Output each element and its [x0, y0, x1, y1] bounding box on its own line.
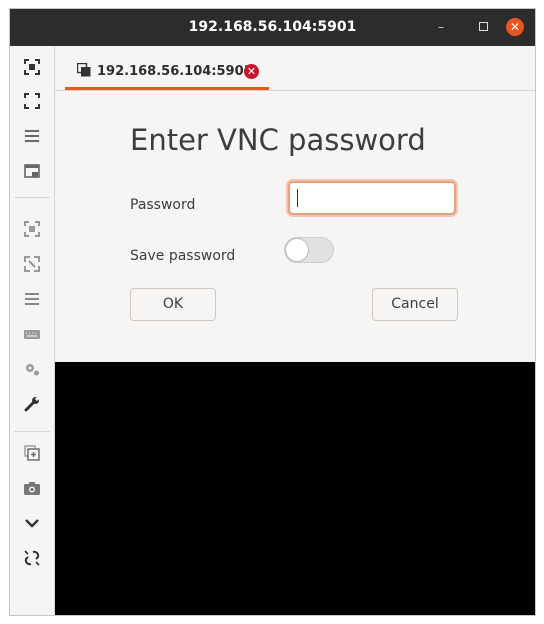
scaled-window-icon[interactable] [21, 160, 43, 182]
remote-desktop-icon [77, 63, 91, 77]
fullscreen-icon[interactable] [21, 90, 43, 112]
switch-knob [285, 238, 309, 262]
title-bar[interactable]: 192.168.56.104:5901 – ✕ [10, 9, 535, 46]
save-password-switch[interactable] [284, 237, 334, 263]
maximize-icon [478, 22, 488, 31]
password-dialog: Enter VNC password Password Save passwor… [55, 91, 535, 362]
side-toolbar [10, 46, 55, 615]
menu-icon[interactable] [21, 125, 43, 147]
password-input[interactable] [288, 181, 456, 215]
remote-desktop-view[interactable] [55, 362, 535, 615]
active-tab-indicator [65, 87, 269, 90]
fit-window-icon[interactable] [21, 56, 43, 78]
dialog-heading: Enter VNC password [130, 123, 426, 157]
chevron-down-icon[interactable] [21, 512, 43, 534]
keyboard-icon[interactable] [21, 323, 43, 345]
window-title: 192.168.56.104:5901 [188, 19, 357, 35]
tab-connection[interactable]: 192.168.56.104:5901 ✕ [65, 46, 269, 90]
text-caret [297, 189, 298, 207]
close-window-button[interactable]: ✕ [506, 18, 524, 36]
toolbar-separator [14, 197, 50, 198]
tab-bar: 192.168.56.104:5901 ✕ [55, 46, 535, 91]
toolbar-menu-icon[interactable] [21, 288, 43, 310]
minimize-button[interactable]: – [432, 18, 450, 36]
close-tab-icon[interactable]: ✕ [244, 64, 259, 79]
tools-icon[interactable] [21, 393, 43, 415]
save-password-label: Save password [130, 248, 236, 264]
dynamic-resolution-icon[interactable] [21, 218, 43, 240]
ok-button[interactable]: OK [130, 288, 216, 321]
remmina-window: 192.168.56.104:5901 – ✕ 192.168.56.104:5… [9, 8, 536, 616]
scale-icon[interactable] [21, 253, 43, 275]
tab-label: 192.168.56.104:5901 [97, 64, 253, 79]
toolbar-separator [14, 431, 50, 432]
screenshot-icon[interactable] [21, 477, 43, 499]
maximize-button[interactable] [474, 18, 492, 36]
cancel-button[interactable]: Cancel [372, 288, 458, 321]
duplicate-icon[interactable] [21, 442, 43, 464]
disconnect-icon[interactable] [21, 547, 43, 569]
password-label: Password [130, 197, 196, 213]
preferences-icon[interactable] [21, 358, 43, 380]
